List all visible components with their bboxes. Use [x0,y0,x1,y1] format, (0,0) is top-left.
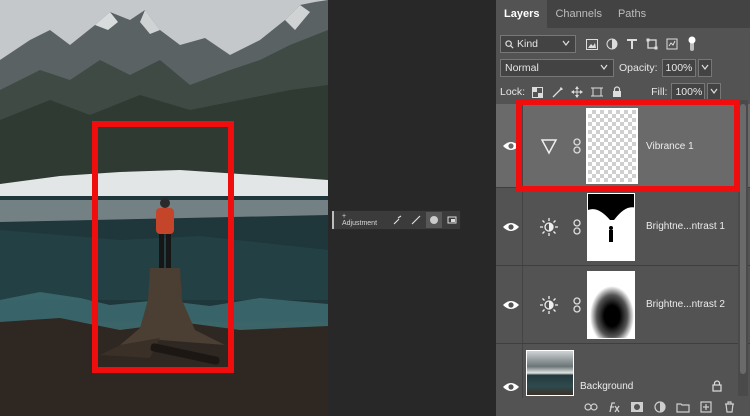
layers-panel: Layers Channels Paths Kind Normal Opacit… [496,0,750,416]
opacity-dropdown[interactable] [697,59,712,77]
radial-gradient-icon[interactable] [426,212,442,228]
layer-style-fx-icon[interactable] [607,400,621,414]
layers-footer [496,398,750,416]
blend-mode-select[interactable]: Normal [500,59,614,77]
filter-kind-select[interactable]: Kind [500,35,576,53]
layer-row-background[interactable]: Background [496,344,750,398]
lock-all-icon[interactable] [609,84,625,100]
lock-transparency-icon[interactable] [529,84,545,100]
eye-icon[interactable] [502,220,520,234]
smart-object-filter-icon[interactable] [664,36,680,52]
opacity-label: Opacity: [619,62,658,74]
lock-position-icon[interactable] [569,84,585,100]
fill-label: Fill: [651,86,668,98]
type-filter-icon[interactable] [624,36,640,52]
properties-toolbar: + Adjustment [331,210,461,230]
mask-preview [588,207,634,260]
layer-name[interactable]: Brightne...ntrast 2 [646,299,725,310]
new-layer-icon[interactable] [699,400,713,414]
lock-pixels-icon[interactable] [549,84,565,100]
highlight-box-vibrance-layer [516,99,740,192]
blend-opacity-row: Normal Opacity: 100% [496,58,750,78]
eye-icon[interactable] [502,298,520,312]
tab-paths[interactable]: Paths [610,0,654,28]
panel-tabs: Layers Channels Paths [496,0,750,28]
scrollbar-thumb[interactable] [740,104,746,374]
workspace-background [328,0,496,416]
pixel-filter-icon[interactable] [584,36,600,52]
brightness-sun-icon [540,218,558,236]
search-icon [505,39,514,49]
layer-name[interactable]: Background [580,381,633,392]
mask-icon[interactable] [445,212,460,228]
layer-divider [522,344,523,398]
link-layers-icon[interactable] [584,400,598,414]
add-mask-icon[interactable] [630,400,644,414]
layer-name[interactable]: Brightne...ntrast 1 [646,221,725,232]
chevron-down-icon [710,88,718,94]
blend-mode-label: Normal [505,62,539,74]
lock-artboard-icon[interactable] [589,84,605,100]
layer-divider [522,188,523,265]
mask-link-icon[interactable] [572,219,582,235]
layer-filter-row: Kind [496,34,750,54]
layer-row-brightness-contrast-2[interactable]: Brightne...ntrast 2 [496,266,750,344]
highlight-box-subject [92,121,234,373]
filter-toggle-icon[interactable] [684,36,700,52]
opacity-value: 100% [665,62,693,74]
layer-mask-thumbnail[interactable] [587,193,635,261]
shape-filter-icon[interactable] [644,36,660,52]
tab-channels[interactable]: Channels [547,0,609,28]
background-thumbnail[interactable] [526,350,574,396]
brush-tool-icon[interactable] [390,212,405,228]
new-adjustment-layer-icon[interactable] [653,400,667,414]
smudge-tool-icon[interactable] [408,212,423,228]
mask-link-icon[interactable] [572,297,582,313]
chevron-down-icon [600,64,608,70]
layer-divider [522,266,523,343]
filter-kind-label: Kind [517,38,539,50]
eye-icon[interactable] [502,380,520,394]
fill-value: 100% [675,86,703,98]
tab-layers[interactable]: Layers [496,0,548,28]
layer-row-brightness-contrast-1[interactable]: Brightne...ntrast 1 [496,188,750,266]
lock-label: Lock: [500,86,526,98]
add-adjustment-button[interactable]: + Adjustment [332,211,387,229]
brightness-sun-icon [540,296,558,314]
delete-layer-trash-icon[interactable] [722,400,736,414]
chevron-down-icon [562,40,570,46]
opacity-field[interactable]: 100% [661,59,696,77]
chevron-down-icon [701,64,708,70]
layer-mask-thumbnail[interactable] [587,271,635,339]
lock-icon [712,380,722,392]
adjustment-filter-icon[interactable] [604,36,620,52]
new-group-folder-icon[interactable] [676,400,690,414]
